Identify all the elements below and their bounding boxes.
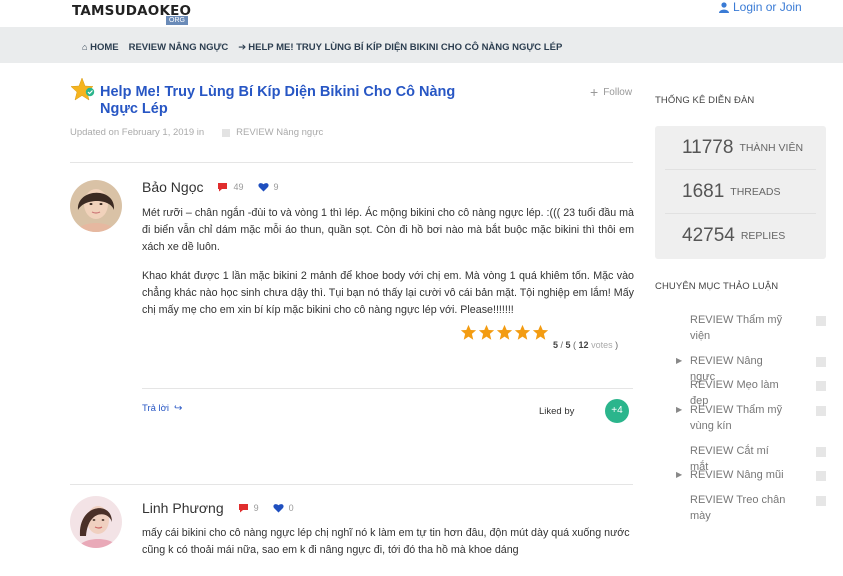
post-author: Bảo Ngọc 49 9	[142, 179, 279, 195]
arrow-right-icon: ➔	[238, 42, 247, 53]
login-link[interactable]: Login or Join	[719, 0, 802, 14]
user-icon	[719, 1, 729, 13]
stat-label: THÀNH VIÊN	[739, 141, 804, 154]
post-paragraph: mấy cái bikini cho cô nàng ngực lép chị …	[142, 527, 630, 556]
category-item[interactable]: REVIEW Thẩm mỹ viện	[690, 312, 826, 344]
category-label[interactable]: REVIEW Thẩm mỹ viện	[690, 312, 790, 344]
comment-count-value: 9	[253, 503, 259, 513]
star-rating[interactable]	[460, 324, 549, 341]
category-icon	[816, 471, 826, 481]
star-icon[interactable]	[460, 324, 477, 341]
reply-icon: ↪	[174, 403, 183, 414]
star-icon[interactable]	[514, 324, 531, 341]
category-icon	[816, 316, 826, 326]
reply-label[interactable]: Trả lời	[142, 403, 169, 414]
breadcrumb-current: ➔ HELP ME! TRUY LÙNG BÍ KÍP DIỆN BIKINI C…	[238, 42, 562, 53]
updated-date: Updated on February 1, 2019 in	[70, 127, 205, 138]
categories-title: CHUYÊN MỤC THẢO LUẬN	[655, 281, 779, 292]
author-name[interactable]: Bảo Ngọc	[142, 179, 203, 195]
breadcrumb-category[interactable]: REVIEW Nâng ngực	[129, 42, 229, 53]
rating-score: 5	[553, 340, 559, 350]
avatar[interactable]	[70, 180, 122, 232]
post-paragraph: Mét rưỡi – chân ngắn -đùi to và vòng 1 t…	[142, 207, 634, 253]
category-item[interactable]: REVIEW Treo chân mày	[690, 492, 826, 524]
stat-value: 1681	[682, 180, 725, 202]
category-item[interactable]: ▶ REVIEW Thẩm mỹ vùng kín	[676, 402, 826, 434]
breadcrumb-current-label: HELP ME! TRUY LÙNG BÍ KÍP DIỆN BIKINI CH…	[248, 42, 563, 53]
speech-bubble-icon	[218, 183, 228, 192]
rating-votes: 12	[578, 340, 589, 350]
like-count-value: 9	[273, 182, 279, 192]
thread-category-link[interactable]: REVIEW Nâng ngực	[236, 127, 323, 138]
stat-members: 11778 THÀNH VIÊN	[665, 126, 816, 170]
top-header: TAMSUDAOKEO ORG Login or Join	[0, 0, 843, 27]
heart-icon	[257, 183, 269, 192]
rating-max: 5	[565, 340, 571, 350]
follow-button[interactable]: + Follow	[590, 84, 632, 100]
category-icon	[222, 128, 231, 137]
thread-meta: Updated on February 1, 2019 in REVIEW Nâ…	[70, 127, 323, 138]
heart-icon	[273, 504, 284, 513]
category-item[interactable]: ▶ REVIEW Nâng mũi	[676, 467, 826, 483]
category-icon	[816, 357, 826, 367]
home-icon: ⌂	[82, 42, 88, 52]
stat-threads: 1681 THREADS	[665, 170, 816, 214]
stat-value: 42754	[682, 225, 735, 246]
post-body: mấy cái bikini cho cô nàng ngực lép chị …	[142, 525, 634, 571]
featured-star-icon	[70, 77, 95, 101]
stats-title: THỐNG KÊ DIỄN ĐÀN	[655, 95, 755, 106]
breadcrumb-home[interactable]: ⌂ HOME	[82, 42, 119, 53]
caret-right-icon[interactable]: ▶	[676, 353, 682, 369]
thread-title: Help Me! Truy Lùng Bí Kíp Diện Bikini Ch…	[100, 84, 456, 117]
breadcrumb-home-label[interactable]: HOME	[90, 42, 119, 53]
stat-label: THREADS	[730, 185, 781, 198]
stat-value: 11778	[682, 136, 734, 158]
login-label[interactable]: Login or Join	[733, 0, 802, 14]
forum-stats: 11778 THÀNH VIÊN 1681 THREADS 42754 REPL…	[655, 126, 826, 259]
rating-summary: 5 / 5 ( 12 votes )	[553, 340, 619, 350]
like-count: 9	[257, 182, 279, 192]
reply-button[interactable]: Trả lời ↪	[142, 403, 182, 414]
post-author: Linh Phương 9 0	[142, 500, 294, 516]
avatar[interactable]	[70, 496, 122, 548]
liked-by-label: Liked by	[539, 406, 575, 417]
divider	[70, 162, 633, 163]
category-icon	[816, 496, 826, 506]
category-label[interactable]: REVIEW Nâng mũi	[690, 467, 790, 483]
post-body: Mét rưỡi – chân ngắn -đùi to và vòng 1 t…	[142, 205, 634, 331]
star-icon[interactable]	[478, 324, 495, 341]
divider	[70, 484, 633, 485]
plus-icon: +	[590, 84, 599, 100]
category-label[interactable]: REVIEW Thẩm mỹ vùng kín	[690, 402, 790, 434]
like-count-value: 0	[288, 503, 294, 513]
follow-label[interactable]: Follow	[603, 87, 632, 98]
stat-replies: 42754 REPLIES	[665, 214, 816, 258]
category-label[interactable]: REVIEW Treo chân mày	[690, 492, 790, 524]
star-icon[interactable]	[532, 324, 549, 341]
comment-count: 9	[238, 503, 259, 513]
site-logo-suffix: ORG	[166, 16, 188, 25]
stat-label: REPLIES	[740, 230, 786, 242]
speech-bubble-icon	[238, 504, 248, 513]
category-icon	[816, 406, 826, 416]
divider	[142, 388, 633, 389]
comment-count-value: 49	[233, 182, 244, 192]
breadcrumb: ⌂ HOME REVIEW Nâng ngực ➔ HELP ME! TRUY L…	[0, 27, 843, 63]
like-count: 0	[273, 503, 294, 513]
category-icon	[816, 381, 826, 391]
post-paragraph: Khao khát được 1 lần mặc bikini 2 mảnh đ…	[142, 270, 634, 316]
liked-by-count[interactable]: +4	[605, 399, 629, 423]
author-name[interactable]: Linh Phương	[142, 500, 224, 516]
caret-right-icon[interactable]: ▶	[676, 467, 682, 483]
caret-right-icon[interactable]: ▶	[676, 402, 682, 418]
star-icon[interactable]	[496, 324, 513, 341]
comment-count: 49	[217, 182, 244, 192]
category-icon	[816, 447, 826, 457]
rating-votes-label: votes	[591, 340, 613, 350]
